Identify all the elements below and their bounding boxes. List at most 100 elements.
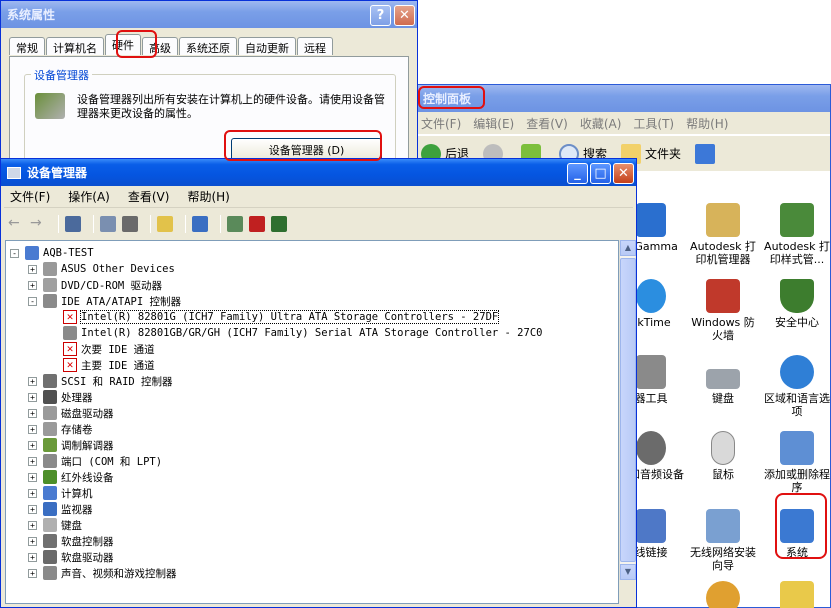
uninstall-icon[interactable] (249, 216, 265, 232)
cp-menu-favorites[interactable]: 收藏(A) (580, 115, 622, 132)
expand-plus-icon[interactable]: + (28, 456, 37, 466)
cp-item-add-remove-programs[interactable]: 添加或删除程序 (761, 431, 831, 494)
tree-node[interactable]: - IDE ATA/ATAPI 控制器 (28, 293, 181, 309)
expand-plus-icon[interactable]: + (28, 376, 37, 386)
dm-menu-help[interactable]: 帮助(H) (187, 188, 229, 205)
expand-plus-icon[interactable]: + (28, 488, 37, 498)
help-button[interactable]: ? (370, 5, 391, 26)
minimize-button[interactable]: _ (567, 163, 588, 184)
tree-node[interactable]: + 磁盘驱动器 (28, 405, 114, 421)
tab-computer-name[interactable]: 计算机名 (46, 37, 104, 55)
tree-node[interactable]: + ASUS Other Devices (28, 261, 175, 277)
cp-menu-view[interactable]: 查看(V) (526, 115, 568, 132)
tree-node[interactable]: ✕ Intel(R) 82801G (ICH7 Family) Ultra ATA… (48, 309, 500, 325)
expand-plus-icon[interactable]: + (28, 424, 37, 434)
tree-node[interactable]: + 声音、视频和游戏控制器 (28, 565, 177, 581)
keyboard-icon (43, 518, 57, 532)
tree-node[interactable]: + 存储卷 (28, 421, 93, 437)
tab-remote[interactable]: 远程 (297, 37, 333, 55)
cp-item-scheduled-tasks[interactable] (761, 581, 831, 608)
error-x-icon: ✕ (63, 310, 77, 324)
print-icon[interactable] (122, 216, 138, 232)
cp-item-windows-firewall[interactable]: Windows 防火墙 (687, 279, 759, 342)
cp-menu-tools[interactable]: 工具(T) (633, 115, 674, 132)
cp-item-system[interactable]: 系统 (761, 509, 831, 559)
views-button[interactable] (695, 143, 719, 164)
tree-node[interactable]: + 红外线设备 (28, 469, 114, 485)
close-button[interactable]: ✕ (394, 5, 415, 26)
tree-node[interactable]: + DVD/CD-ROM 驱动器 (28, 277, 162, 293)
dm-menu-file[interactable]: 文件(F) (10, 188, 50, 205)
maximize-button[interactable]: □ (590, 163, 611, 184)
tree-node[interactable]: + 处理器 (28, 389, 93, 405)
tab-system-restore[interactable]: 系统还原 (179, 37, 237, 55)
expand-plus-icon[interactable]: + (28, 264, 37, 274)
forward-arrow-icon[interactable]: → (30, 216, 46, 232)
tree-node[interactable]: + 软盘驱动器 (28, 549, 114, 565)
cp-item-security-center[interactable]: 安全中心 (761, 279, 831, 329)
expand-plus-icon[interactable]: + (28, 520, 37, 530)
device-manager-titlebar[interactable]: 设备管理器 (1, 159, 636, 186)
tree-node[interactable]: - AQB-TEST (10, 245, 94, 261)
expand-plus-icon[interactable]: + (28, 536, 37, 546)
cp-menu-edit[interactable]: 编辑(E) (473, 115, 514, 132)
system-properties-titlebar[interactable]: 系统属性 (1, 1, 417, 28)
scsi-icon (43, 374, 57, 388)
tree-node-label: 存储卷 (61, 423, 93, 436)
tree-node[interactable]: ✕ 主要 IDE 通道 (48, 357, 155, 373)
help-icon[interactable] (157, 216, 173, 232)
vertical-scrollbar[interactable]: ▲ ▼ (619, 240, 636, 580)
users-icon (706, 581, 740, 608)
tree-node[interactable]: + SCSI 和 RAID 控制器 (28, 373, 173, 389)
control-panel-titlebar[interactable]: 控制面板 (417, 85, 830, 112)
close-button[interactable]: ✕ (613, 163, 634, 184)
back-arrow-icon[interactable]: ← (8, 216, 24, 232)
cp-item-regional-options[interactable]: 区域和语言选项 (761, 355, 831, 418)
show-hide-tree-icon[interactable] (65, 216, 81, 232)
computer-icon[interactable] (192, 216, 208, 232)
dm-menu-action[interactable]: 操作(A) (68, 188, 110, 205)
cp-menu-file[interactable]: 文件(F) (421, 115, 461, 132)
cp-item-users[interactable] (687, 581, 759, 608)
scroll-thumb[interactable] (620, 258, 636, 562)
dm-menu-view[interactable]: 查看(V) (128, 188, 170, 205)
expand-plus-icon[interactable]: + (28, 568, 37, 578)
expand-plus-icon[interactable]: + (28, 552, 37, 562)
tree-node[interactable]: + 计算机 (28, 485, 93, 501)
tree-node[interactable]: Intel(R) 82801GB/GR/GH (ICH7 Family) Ser… (48, 325, 542, 341)
scan-hardware-icon[interactable] (227, 216, 243, 232)
tab-automatic-updates[interactable]: 自动更新 (238, 37, 296, 55)
collapse-minus-icon[interactable]: - (10, 248, 19, 258)
tab-advanced[interactable]: 高级 (142, 37, 178, 55)
cp-item-autodesk-plot-styles[interactable]: Autodesk 打印样式管... (761, 203, 831, 266)
cp-item-autodesk-printer-manager[interactable]: Autodesk 打印机管理器 (687, 203, 759, 266)
cp-item-keyboard[interactable]: 键盘 (687, 355, 759, 405)
add-remove-programs-icon (780, 431, 814, 465)
tab-hardware[interactable]: 硬件 (105, 34, 141, 55)
collapse-minus-icon[interactable]: - (28, 296, 37, 306)
expand-plus-icon[interactable]: + (28, 408, 37, 418)
device-tree[interactable]: - AQB-TEST + ASUS Other Devices + DVD/CD-ROM … (5, 240, 619, 604)
cp-item-mouse[interactable]: 鼠标 (687, 431, 759, 481)
tree-node-label: 次要 IDE 通道 (81, 343, 155, 356)
expand-plus-icon[interactable]: + (28, 472, 37, 482)
tab-general[interactable]: 常规 (9, 37, 45, 55)
tree-node[interactable]: + 调制解调器 (28, 437, 114, 453)
cpu-icon (43, 390, 57, 404)
cp-item-wireless-setup[interactable]: 无线网络安装向导 (687, 509, 759, 572)
tree-node[interactable]: + 软盘控制器 (28, 533, 114, 549)
expand-plus-icon[interactable]: + (28, 440, 37, 450)
scroll-down-button[interactable]: ▼ (620, 564, 636, 580)
expand-plus-icon[interactable]: + (28, 392, 37, 402)
tree-node[interactable]: + 端口 (COM 和 LPT) (28, 453, 162, 469)
expand-plus-icon[interactable]: + (28, 280, 37, 290)
update-driver-icon[interactable] (271, 216, 287, 232)
computer-icon (25, 246, 39, 260)
cp-menu-help[interactable]: 帮助(H) (686, 115, 728, 132)
properties-icon[interactable] (100, 216, 116, 232)
tree-node[interactable]: + 监视器 (28, 501, 93, 517)
scroll-up-button[interactable]: ▲ (620, 240, 636, 256)
expand-plus-icon[interactable]: + (28, 504, 37, 514)
tree-node[interactable]: + 键盘 (28, 517, 82, 533)
tree-node[interactable]: ✕ 次要 IDE 通道 (48, 341, 155, 357)
